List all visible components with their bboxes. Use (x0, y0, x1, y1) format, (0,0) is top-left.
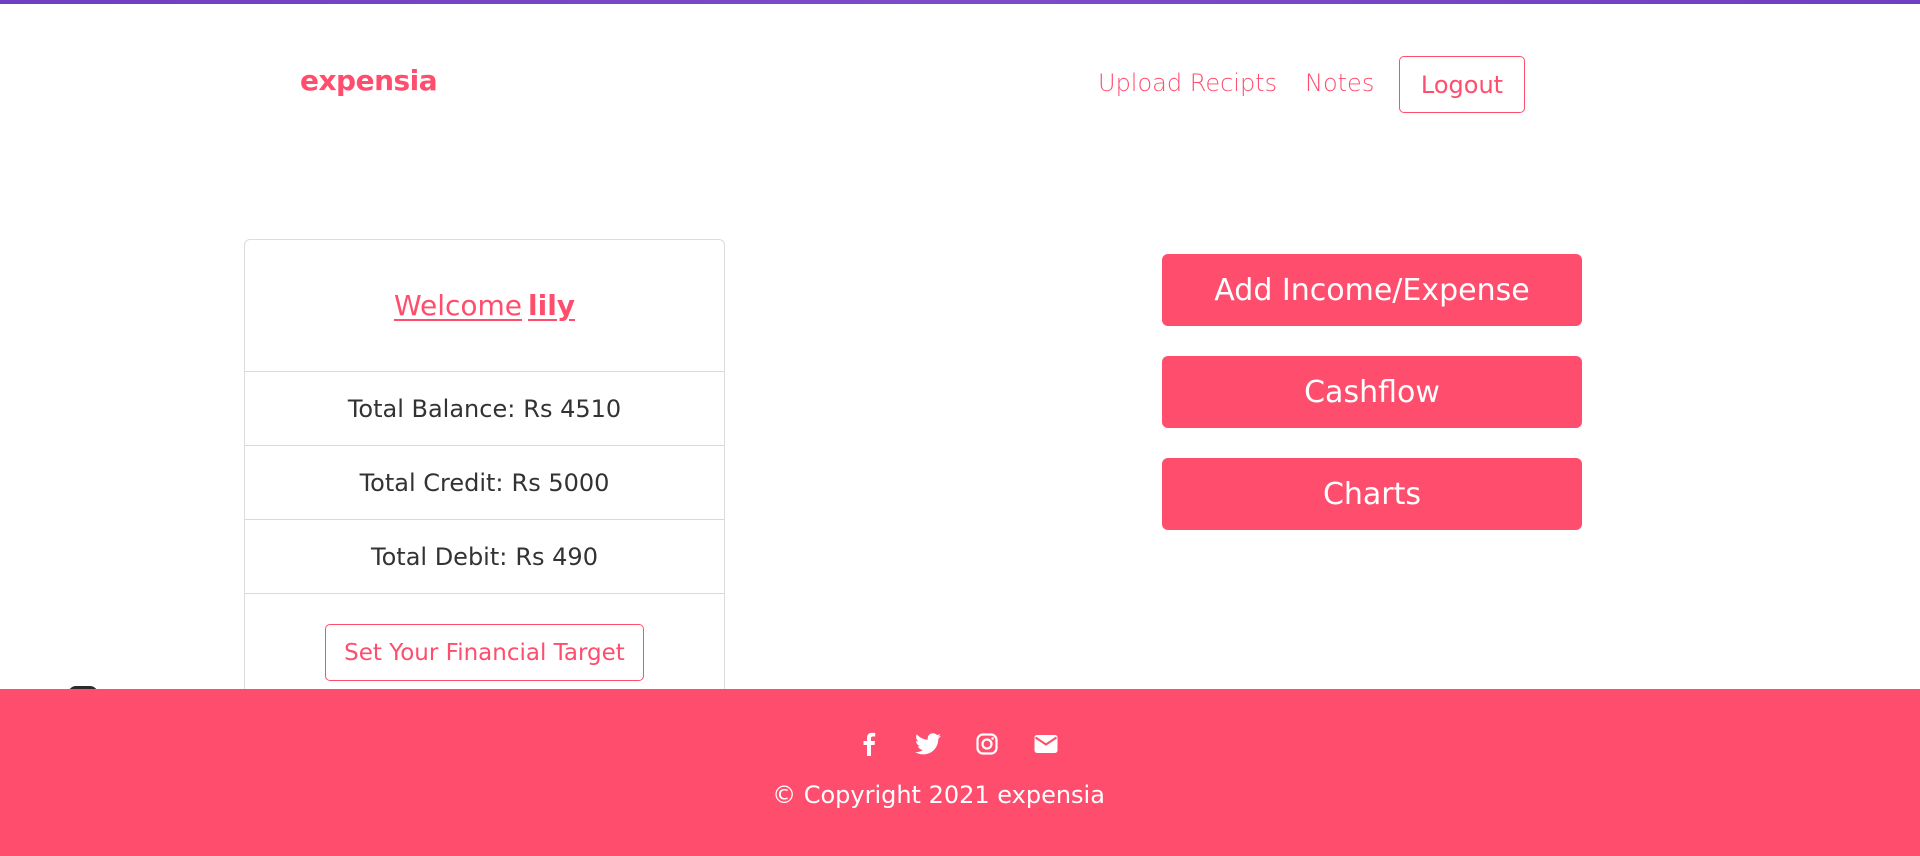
total-balance-row: Total Balance: Rs 4510 (245, 372, 724, 446)
summary-card: Welcome lily Total Balance: Rs 4510 Total… (244, 239, 725, 699)
total-balance-value: Rs 4510 (523, 394, 622, 423)
footer: © Copyright 2021 expensia (0, 689, 1920, 856)
total-debit-label: Total Debit: (371, 542, 508, 571)
total-credit-row: Total Credit: Rs 5000 (245, 446, 724, 520)
social-links (0, 731, 1920, 757)
charts-button[interactable]: Charts (1162, 458, 1582, 530)
cashflow-button[interactable]: Cashflow (1162, 356, 1582, 428)
total-debit-value: Rs 490 (515, 542, 598, 571)
facebook-icon[interactable] (856, 731, 882, 757)
logout-button[interactable]: Logout (1399, 56, 1525, 113)
total-debit-row: Total Debit: Rs 490 (245, 520, 724, 594)
envelope-icon[interactable] (1033, 731, 1059, 757)
card-header: Welcome lily (245, 240, 724, 372)
top-accent-bar (0, 0, 1920, 4)
total-credit-label: Total Credit: (359, 468, 504, 497)
nav-notes[interactable]: Notes (1305, 69, 1374, 97)
twitter-icon[interactable] (914, 731, 941, 757)
set-financial-target-button[interactable]: Set Your Financial Target (325, 624, 644, 681)
nav-upload-receipts[interactable]: Upload Recipts (1098, 69, 1277, 97)
page: expensia Upload Recipts Notes Logout Wel… (0, 0, 1920, 856)
total-balance-label: Total Balance: (347, 394, 516, 423)
instagram-icon[interactable] (974, 731, 1000, 757)
username: lily (528, 289, 576, 322)
welcome-heading: Welcome lily (394, 289, 575, 322)
total-credit-value: Rs 5000 (511, 468, 610, 497)
brand-logo[interactable]: expensia (300, 64, 438, 97)
welcome-prefix: Welcome (393, 289, 523, 322)
add-income-expense-button[interactable]: Add Income/Expense (1162, 254, 1582, 326)
card-footer: Set Your Financial Target (245, 594, 724, 704)
copyright-text: © Copyright 2021 expensia (772, 781, 1105, 809)
